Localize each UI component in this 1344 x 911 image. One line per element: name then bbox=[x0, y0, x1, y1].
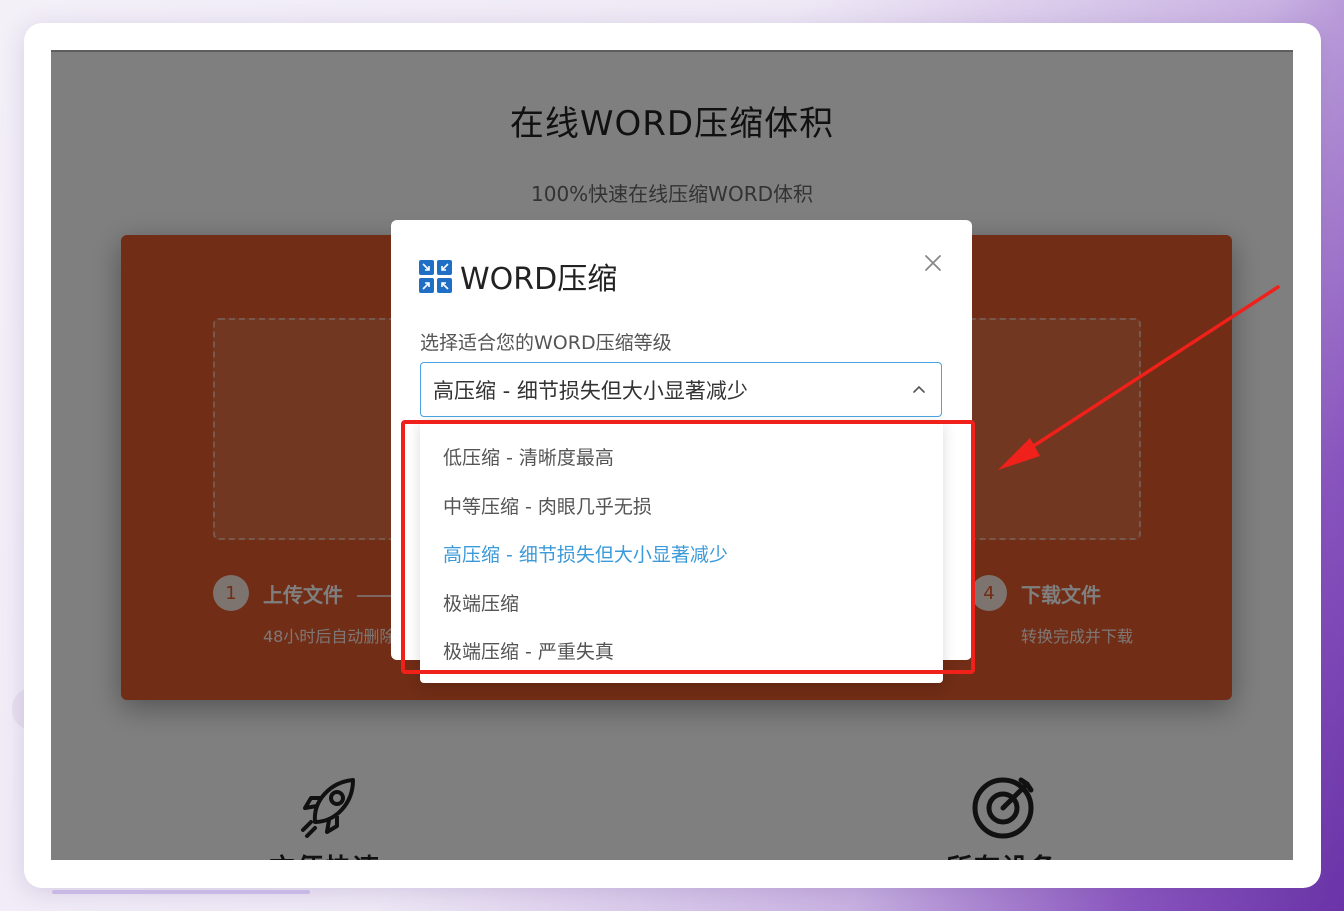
chevron-up-icon[interactable] bbox=[911, 381, 927, 397]
select-value: 高压缩 - 细节损失但大小显著减少 bbox=[433, 378, 748, 403]
dropdown-option-extreme[interactable]: 极端压缩 bbox=[420, 580, 943, 629]
compression-level-dropdown: 低压缩 - 清晰度最高 中等压缩 - 肉眼几乎无损 高压缩 - 细节损失但大小显… bbox=[420, 420, 943, 683]
compress-icon bbox=[419, 259, 452, 293]
modal-header: WORD压缩 bbox=[419, 254, 617, 298]
dropdown-option-extreme-distortion[interactable]: 极端压缩 - 严重失真 bbox=[420, 628, 943, 677]
dropdown-option-medium[interactable]: 中等压缩 - 肉眼几乎无损 bbox=[420, 483, 943, 532]
close-icon[interactable] bbox=[920, 250, 946, 276]
compression-level-label: 选择适合您的WORD压缩等级 bbox=[420, 332, 672, 354]
dropdown-option-high[interactable]: 高压缩 - 细节损失但大小显著减少 bbox=[420, 531, 943, 580]
modal-title: WORD压缩 bbox=[460, 262, 618, 297]
compression-level-select[interactable]: 高压缩 - 细节损失但大小显著减少 bbox=[420, 362, 942, 417]
scroll-indicator bbox=[52, 890, 310, 894]
dropdown-option-low[interactable]: 低压缩 - 清晰度最高 bbox=[420, 434, 943, 483]
